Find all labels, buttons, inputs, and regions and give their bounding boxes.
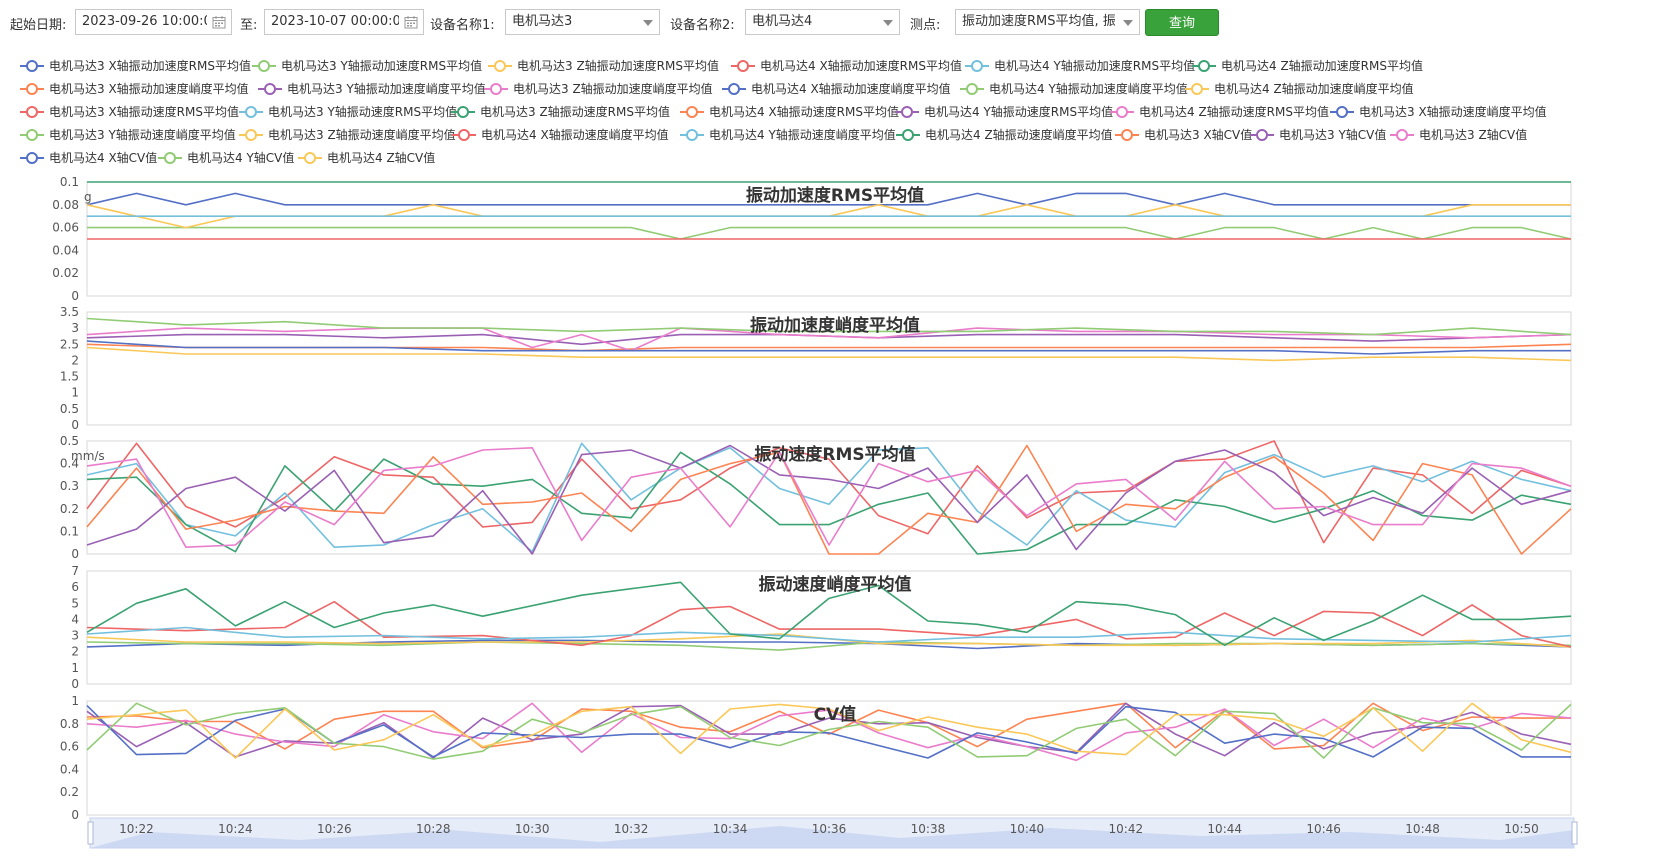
x-tick-label: 10:26 bbox=[317, 822, 352, 836]
y-tick-label: 3 bbox=[71, 629, 79, 643]
unit-label: mm/s bbox=[71, 449, 105, 463]
y-tick-label: 0 bbox=[71, 677, 79, 691]
x-tick-label: 10:32 bbox=[614, 822, 649, 836]
y-tick-label: 7 bbox=[71, 564, 79, 578]
x-tick-label: 10:50 bbox=[1504, 822, 1539, 836]
y-tick-label: 0 bbox=[71, 418, 79, 432]
y-tick-label: 0.8 bbox=[60, 717, 79, 731]
y-tick-label: 0 bbox=[71, 547, 79, 561]
x-tick-label: 10:36 bbox=[812, 822, 847, 836]
y-tick-label: 0.1 bbox=[60, 175, 79, 189]
x-tick-label: 10:34 bbox=[713, 822, 748, 836]
y-tick-label: 5 bbox=[71, 596, 79, 610]
chart-title: CV值 bbox=[814, 704, 857, 725]
y-tick-label: 1 bbox=[71, 694, 79, 708]
y-tick-label: 0.4 bbox=[60, 762, 79, 776]
y-tick-label: 2 bbox=[71, 645, 79, 659]
y-tick-label: 0.3 bbox=[60, 479, 79, 493]
charts-area: 0 0.02 0.04 0.06 0.08 0.1 g 振动加速度RMS平均值 0 0.5 1 1.5… bbox=[52, 175, 1578, 849]
y-tick-label: 0.08 bbox=[52, 198, 79, 212]
y-tick-label: 2.5 bbox=[60, 337, 79, 351]
y-tick-label: 1 bbox=[71, 661, 79, 675]
y-tick-label: 0 bbox=[71, 289, 79, 303]
y-tick-label: 3.5 bbox=[60, 305, 79, 319]
y-tick-label: 0.6 bbox=[60, 740, 79, 754]
y-tick-label: 1 bbox=[71, 386, 79, 400]
y-tick-label: 1.5 bbox=[60, 370, 79, 384]
y-tick-label: 0.5 bbox=[60, 434, 79, 448]
unit-label: g bbox=[84, 190, 92, 204]
x-tick-label: 10:28 bbox=[416, 822, 451, 836]
x-tick-label: 10:24 bbox=[218, 822, 253, 836]
zoom-handle-left[interactable] bbox=[87, 821, 94, 845]
y-tick-label: 4 bbox=[71, 612, 79, 626]
y-tick-label: 0 bbox=[71, 808, 79, 822]
zoom-handle-right[interactable] bbox=[1571, 821, 1578, 845]
y-tick-label: 0.1 bbox=[60, 524, 79, 538]
chart-title: 振动加速度峭度平均值 bbox=[750, 315, 920, 336]
x-tick-label: 10:22 bbox=[119, 822, 154, 836]
y-tick-label: 0.5 bbox=[60, 402, 79, 416]
y-tick-label: 0.2 bbox=[60, 502, 79, 516]
y-tick-label: 0.04 bbox=[52, 243, 79, 257]
x-tick-label: 10:38 bbox=[911, 822, 946, 836]
y-tick-label: 3 bbox=[71, 321, 79, 335]
y-tick-label: 2 bbox=[71, 353, 79, 367]
series-line bbox=[87, 226, 1572, 240]
x-tick-label: 10:30 bbox=[515, 822, 550, 836]
x-tick-label: 10:42 bbox=[1109, 822, 1144, 836]
x-tick-label: 10:40 bbox=[1010, 822, 1045, 836]
chart-title: 振动加速度RMS平均值 bbox=[746, 185, 924, 206]
chart-title: 振动速度RMS平均值 bbox=[754, 444, 915, 465]
x-tick-label: 10:44 bbox=[1207, 822, 1242, 836]
y-tick-label: 0.02 bbox=[52, 266, 79, 280]
y-tick-label: 6 bbox=[71, 580, 79, 594]
x-tick-label: 10:46 bbox=[1306, 822, 1341, 836]
y-tick-label: 0.2 bbox=[60, 785, 79, 799]
x-tick-label: 10:48 bbox=[1405, 822, 1440, 836]
chart-title: 振动速度峭度平均值 bbox=[759, 574, 912, 595]
y-tick-label: 0.06 bbox=[52, 221, 79, 235]
